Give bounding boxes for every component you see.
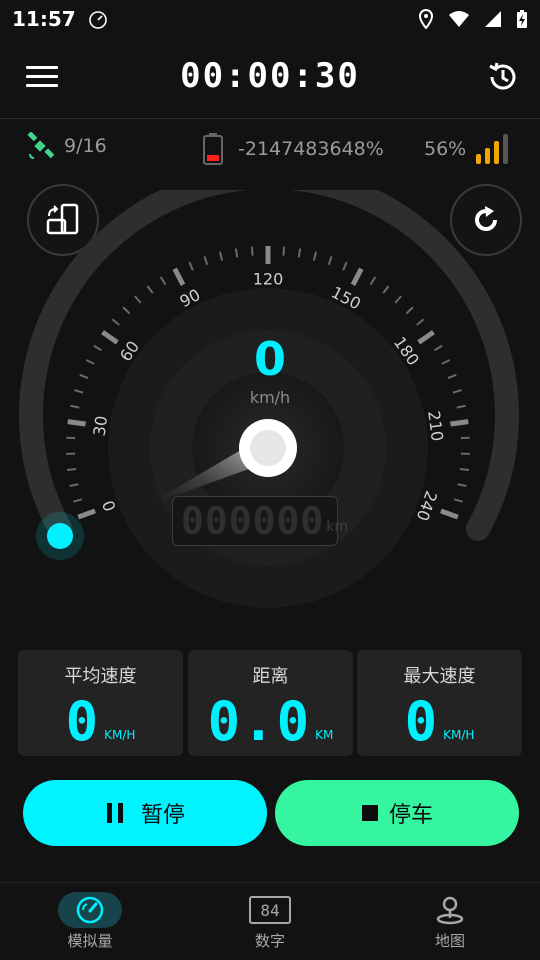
gauge-minor-tick [297,248,302,258]
gauge-minor-tick [312,251,317,261]
current-speed: 0 [253,332,286,386]
nav-divider [0,882,540,883]
satellite-info: 9/16 [26,132,107,160]
stop-icon [361,804,379,822]
battery-charging-icon [517,10,527,28]
pause-icon [105,802,125,824]
gauge-minor-tick [382,285,390,294]
gauge-major-tick [67,419,86,427]
header-divider [0,118,540,119]
wifi-icon [449,11,469,27]
gauge-minor-tick [342,261,348,271]
digital-display-icon: 84 [249,896,291,924]
gauge-minor-tick [282,246,286,256]
digital-icon-text: 84 [260,901,279,920]
gauge-major-tick [77,508,96,520]
cell-signal-icon [485,11,501,27]
gauge-minor-tick [122,306,131,315]
gauge-minor-tick [69,483,79,487]
top-bar: 00:00:30 [0,40,540,118]
battery-level: -2147483648% [238,138,384,160]
signal-info: 56% [424,132,512,166]
gauge-minor-tick [67,468,77,471]
gauge-major-tick [350,267,364,286]
max-speed-title: 最大速度 [403,666,476,687]
tab-analog[interactable]: 模拟量 [0,884,180,960]
gauge-minor-tick [250,246,254,256]
avg-speed-unit: KM/H [104,728,136,742]
speedometer-icon [76,896,104,924]
tab-digital-label: 数字 [254,932,285,950]
gauge-minor-tick [219,251,224,261]
gauge-minor-tick [394,295,402,304]
map-pin-icon [436,896,464,925]
max-speed-unit: KM/H [443,728,475,742]
status-bar: 11:57 [0,0,540,38]
gauge-major-tick [172,267,186,286]
gauge-minor-tick [459,468,469,471]
gauge-minor-tick [405,306,414,315]
battery-info: -2147483648% [202,132,384,166]
max-speed-card: 最大速度 0 KM/H [357,650,522,756]
bottom-nav: 模拟量 84 数字 地图 [0,884,540,960]
avg-speed-title: 平均速度 [64,666,137,687]
max-speed-value: 0 [404,690,440,753]
info-row: 9/16 -2147483648% 56% [0,130,540,166]
speedometer-gauge: 0306090120150180210240 [19,190,519,608]
gauge-minor-tick [457,483,467,487]
distance-unit: KM [315,728,334,742]
distance-value: 0.0 [207,690,312,753]
satellite-icon [27,132,54,159]
gauge-minor-tick [134,295,142,304]
gauge-minor-tick [146,285,154,294]
speedometer-status-icon [88,11,107,29]
gauge-major-tick [450,419,469,427]
odometer-digits: 000000 [181,499,325,543]
gauge-minor-tick [453,498,463,503]
tab-map-label: 地图 [434,932,465,950]
gauge-minor-tick [327,255,333,266]
gauge-tick-label: 120 [253,270,284,289]
battery-low-icon [203,133,223,165]
speed-unit: km/h [249,388,291,407]
gauge-minor-tick [159,276,167,286]
gauge-tick-label: 210 [424,410,447,443]
gauge-major-tick [440,508,459,520]
status-time: 11:57 [12,7,76,31]
gauge-minor-tick [416,318,425,326]
odometer-unit: km [326,519,349,535]
avg-speed-value: 0 [65,690,101,753]
pause-label: 暂停 [140,803,185,828]
satellite-count: 9/16 [64,135,107,157]
tab-analog-label: 模拟量 [67,932,113,950]
gauge-minor-tick [369,276,377,286]
gauge-indicator [47,523,73,549]
gauge-tick-label: 0 [99,498,120,514]
odometer: 000000 km [172,496,348,546]
gauge-minor-tick [203,255,209,266]
signal-bars-icon [476,134,509,164]
gauge-hub-center [250,430,286,466]
trip-timer: 00:00:30 [180,56,360,96]
tab-digital[interactable]: 84 数字 [180,884,360,960]
avg-speed-card: 平均速度 0 KM/H [18,650,183,756]
distance-card: 距离 0.0 KM [188,650,353,756]
signal-strength: 56% [424,138,467,160]
tab-map[interactable]: 地图 [360,884,540,960]
gauge-minor-tick [188,261,194,271]
stop-label: 停车 [388,803,433,828]
stop-button[interactable]: 停车 [275,780,519,846]
distance-title: 距离 [252,666,289,687]
location-icon [418,9,434,29]
gauge-minor-tick [111,318,120,326]
gauge-minor-tick [73,498,83,503]
gauge-tick-label: 30 [90,415,111,438]
gauge-minor-tick [234,248,239,258]
history-icon[interactable] [486,60,520,94]
pause-button[interactable]: 暂停 [23,780,267,846]
